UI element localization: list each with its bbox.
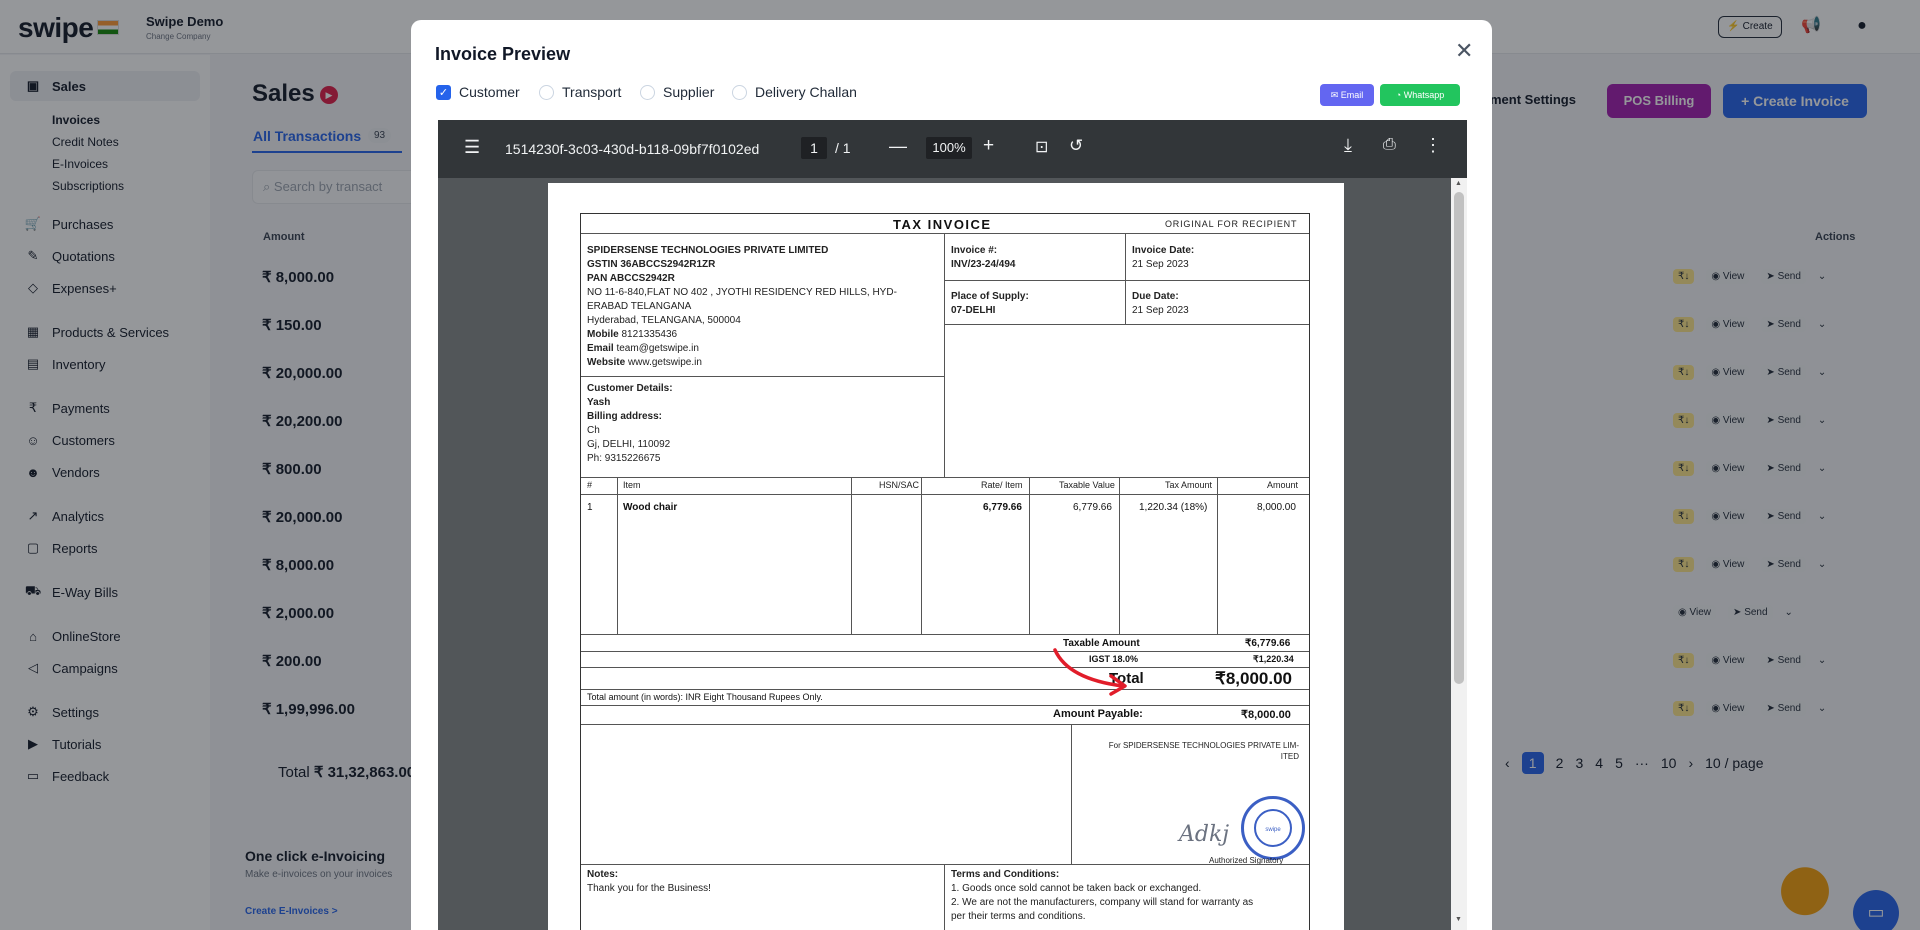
taxable-amount-value: ₹6,779.66 xyxy=(1245,638,1291,649)
igst-value: ₹1,220.34 xyxy=(1253,654,1294,664)
signature-box: For SPIDERSENSE TECHNOLOGIES PRIVATE LIM… xyxy=(1071,734,1309,874)
divider xyxy=(921,477,922,634)
zoom-input[interactable]: 100% xyxy=(926,137,972,159)
checkbox-supplier[interactable] xyxy=(640,84,655,100)
invoice-number: Invoice #: INV/23-24/494 xyxy=(951,245,1016,270)
divider xyxy=(944,280,1309,281)
invoice-document: TAX INVOICE ORIGINAL FOR RECIPIENT SPIDE… xyxy=(580,213,1310,930)
whatsapp-icon: ◔ xyxy=(1395,90,1402,100)
menu-icon[interactable]: ☰ xyxy=(464,137,480,158)
amount-in-words: Total amount (in words): INR Eight Thous… xyxy=(587,692,823,702)
more-options-icon[interactable]: ⋮ xyxy=(1424,135,1442,156)
close-icon[interactable]: ✕ xyxy=(1455,38,1473,64)
col-header-taxable: Taxable Value xyxy=(1059,480,1115,490)
due-date: Due Date: 21 Sep 2023 xyxy=(1132,291,1189,316)
terms-and-conditions: Terms and Conditions: 1. Goods once sold… xyxy=(951,869,1254,922)
rotate-icon[interactable]: ↺ xyxy=(1069,136,1083,156)
company-stamp: swipe xyxy=(1241,796,1305,860)
option-transport[interactable]: Transport xyxy=(539,84,621,100)
amount-payable-label: Amount Payable: xyxy=(1053,708,1143,720)
divider xyxy=(581,724,1309,725)
pdf-filename: 1514230f-3c03-430d-b118-09bf7f0102ed xyxy=(505,141,760,157)
divider xyxy=(581,864,1309,865)
page-number-input[interactable]: 1 xyxy=(801,137,827,159)
pdf-toolbar: ☰ 1514230f-3c03-430d-b118-09bf7f0102ed 1… xyxy=(438,120,1467,178)
col-header-no: # xyxy=(587,480,593,490)
item-tax: 1,220.34 (18%) xyxy=(1139,502,1208,513)
item-no: 1 xyxy=(587,502,593,513)
invoice-copy-label: ORIGINAL FOR RECIPIENT xyxy=(1165,219,1298,229)
pdf-page: TAX INVOICE ORIGINAL FOR RECIPIENT SPIDE… xyxy=(548,183,1344,930)
item-rate: 6,779.66 xyxy=(983,502,1022,513)
divider xyxy=(944,324,1309,325)
zoom-in-icon[interactable]: + xyxy=(983,135,994,157)
divider xyxy=(1125,234,1126,324)
checkbox-customer[interactable]: ✓ xyxy=(436,84,451,100)
invoice-title: TAX INVOICE xyxy=(893,217,992,232)
col-header-hsn: HSN/SAC xyxy=(879,480,920,490)
option-supplier[interactable]: Supplier xyxy=(640,84,714,100)
divider xyxy=(581,667,1309,668)
divider xyxy=(581,705,1309,706)
checkbox-transport[interactable] xyxy=(539,84,554,100)
divider xyxy=(581,494,1309,495)
amount-payable-value: ₹8,000.00 xyxy=(1241,709,1291,721)
total-value: ₹8,000.00 xyxy=(1215,669,1292,688)
invoice-preview-modal: Invoice Preview ✕ ✓ Customer Transport Su… xyxy=(411,20,1492,930)
divider xyxy=(851,477,852,634)
download-icon[interactable]: ⤓ xyxy=(1344,135,1352,156)
red-arrow-annotation xyxy=(1053,648,1127,696)
place-of-supply: Place of Supply: 07-DELHI xyxy=(951,291,1029,316)
for-company-label: For SPIDERSENSE TECHNOLOGIES PRIVATE LIM… xyxy=(1108,741,1299,761)
modal-title: Invoice Preview xyxy=(435,44,571,64)
divider xyxy=(581,634,1309,635)
divider xyxy=(944,234,945,477)
col-header-item: Item xyxy=(623,480,641,490)
divider xyxy=(1119,477,1120,634)
email-button[interactable]: ✉ Email xyxy=(1320,84,1374,106)
page-total: / 1 xyxy=(835,140,851,156)
signature-image: Adkj xyxy=(1179,822,1230,847)
scroll-down-icon[interactable]: ▼ xyxy=(1455,916,1462,923)
invoice-date: Invoice Date: 21 Sep 2023 xyxy=(1132,245,1195,270)
divider xyxy=(581,376,944,377)
fit-page-icon[interactable]: ⊡ xyxy=(1035,137,1048,157)
whatsapp-button[interactable]: ◔ Whatsapp xyxy=(1380,84,1460,106)
zoom-out-icon[interactable]: — xyxy=(889,136,907,157)
divider xyxy=(617,477,618,634)
scrollbar-thumb[interactable] xyxy=(1454,192,1464,684)
print-icon[interactable]: ⎙ xyxy=(1383,136,1396,154)
pdf-viewer: ☰ 1514230f-3c03-430d-b118-09bf7f0102ed 1… xyxy=(438,120,1467,930)
col-header-amount: Amount xyxy=(1267,480,1299,490)
divider xyxy=(1029,477,1030,634)
checkbox-delivery-challan[interactable] xyxy=(732,84,747,100)
customer-details: Customer Details: Yash Billing address: … xyxy=(587,383,673,464)
col-header-tax: Tax Amount xyxy=(1165,480,1213,490)
seller-details: SPIDERSENSE TECHNOLOGIES PRIVATE LIMITED… xyxy=(587,245,897,368)
divider xyxy=(1217,477,1218,634)
col-header-rate: Rate/ Item xyxy=(981,480,1023,490)
pdf-scrollbar[interactable]: ▲ ▼ xyxy=(1451,178,1467,930)
divider xyxy=(581,651,1309,652)
scroll-up-icon[interactable]: ▲ xyxy=(1455,180,1462,187)
item-amount: 8,000.00 xyxy=(1257,502,1296,513)
divider xyxy=(581,689,1309,690)
item-name: Wood chair xyxy=(623,502,678,513)
option-customer[interactable]: ✓ Customer xyxy=(436,84,520,100)
mail-icon: ✉ xyxy=(1330,90,1339,100)
item-taxable: 6,779.66 xyxy=(1073,502,1112,513)
divider xyxy=(944,864,945,930)
divider xyxy=(581,477,1309,478)
authorized-signatory: Authorized Signatory xyxy=(1209,856,1284,865)
option-delivery-challan[interactable]: Delivery Challan xyxy=(732,84,857,100)
invoice-header: TAX INVOICE ORIGINAL FOR RECIPIENT xyxy=(581,214,1309,234)
notes: Notes: Thank you for the Business! xyxy=(587,869,711,894)
